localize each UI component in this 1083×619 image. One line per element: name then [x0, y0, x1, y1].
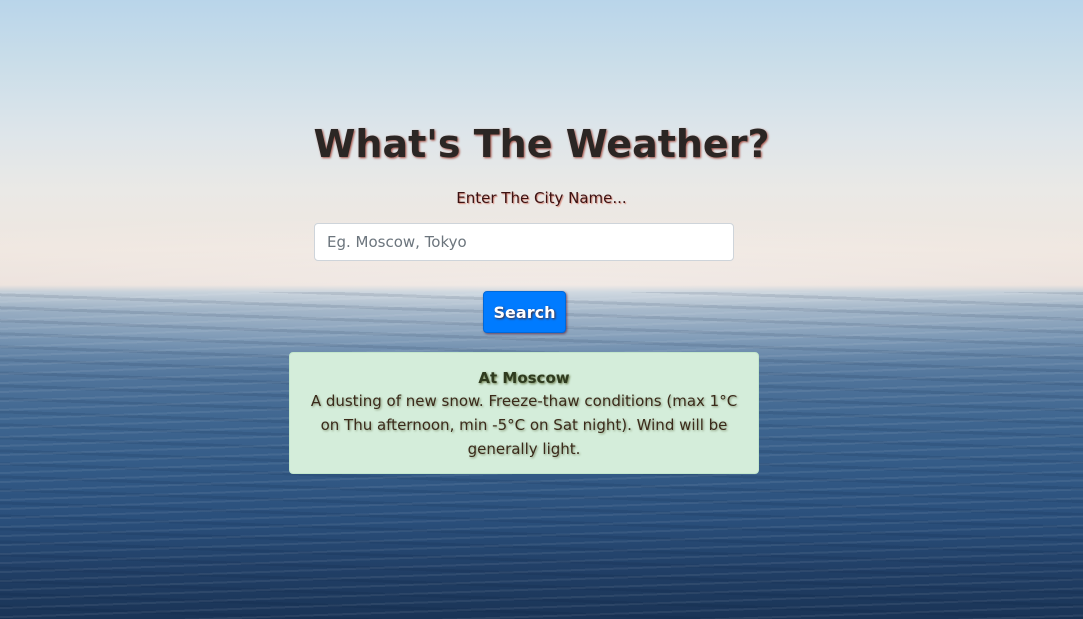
result-forecast-text: A dusting of new snow. Freeze-thaw condi…	[310, 392, 738, 458]
weather-result-alert: At Moscow A dusting of new snow. Freeze-…	[289, 352, 759, 474]
page-title: What's The Weather?	[313, 122, 770, 166]
search-button[interactable]: Search	[483, 291, 566, 333]
result-location: At Moscow	[478, 369, 570, 387]
city-label: Enter The City Name...	[456, 189, 627, 207]
city-search-input[interactable]	[314, 223, 734, 261]
